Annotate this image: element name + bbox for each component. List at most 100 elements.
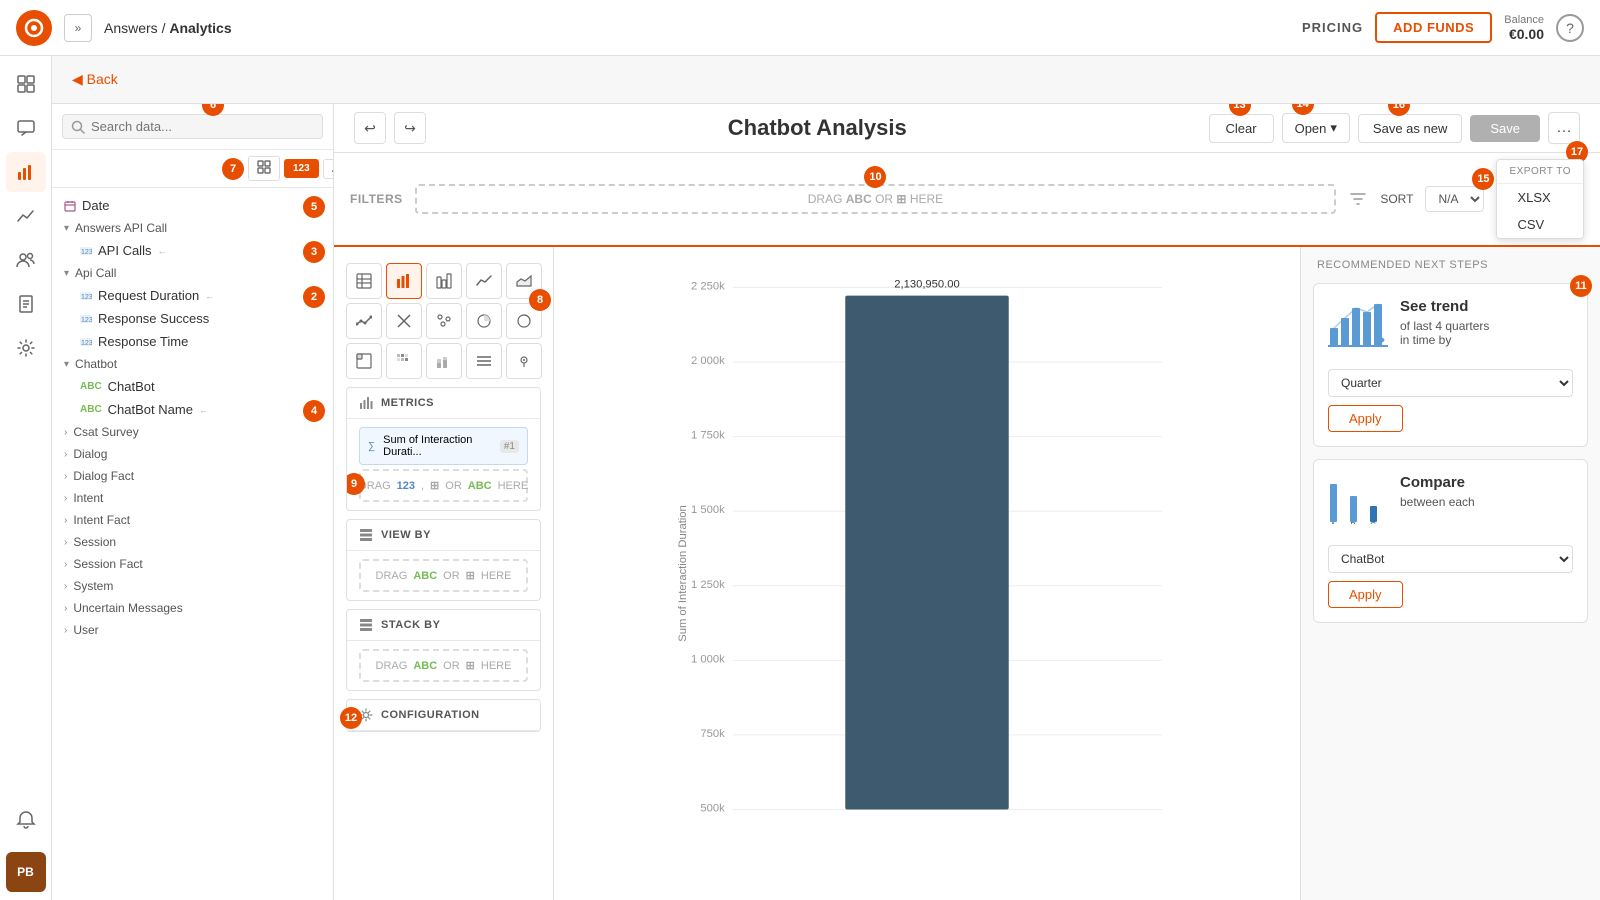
viz-pie[interactable] [466,303,502,339]
viz-scatter[interactable] [426,303,462,339]
svg-text:123: 123 [81,317,92,323]
compare-apply-button[interactable]: Apply [1328,581,1403,608]
viz-selector: 8 [334,247,554,900]
sidebar-icon-dashboard[interactable] [6,64,46,104]
tree-item-response-time[interactable]: 123 Response Time [68,330,333,353]
tree-item-system[interactable]: › System [52,575,333,597]
see-trend-select[interactable]: Quarter Month Week Day [1328,369,1573,397]
annotation-2: 2 [303,286,325,308]
sidebar-icon-users[interactable] [6,240,46,280]
annotation-10: 10 [864,166,886,188]
viz-map[interactable] [506,343,542,379]
save-new-button[interactable]: Save as new [1358,114,1462,143]
export-xlsx[interactable]: XLSX [1497,184,1583,211]
search-input-wrap[interactable] [62,114,323,139]
viz-list[interactable] [466,343,502,379]
data-panel: 6 7 123 ABC [52,104,334,900]
tree-item-uncertain[interactable]: › Uncertain Messages [52,597,333,619]
right-panel: RECOMMENDED NEXT STEPS 11 [1300,247,1600,900]
recommended-header: RECOMMENDED NEXT STEPS [1313,259,1588,271]
sidebar-icon-reports[interactable] [6,284,46,324]
tree-item-intent[interactable]: › Intent [52,487,333,509]
sidebar-icon-profile[interactable]: PB [6,852,46,892]
more-button[interactable]: … [1548,112,1580,144]
filter-drag-zone[interactable]: DRAG ABC OR ⊞ HERE [415,184,1337,214]
viz-column[interactable] [426,263,462,299]
chart-container: 2 250k 2 000k 1 750k 1 500k 1 250k 1 000… [574,267,1280,880]
svg-text:C: C [1370,521,1376,524]
stack-by-drag-zone[interactable]: DRAG ABC OR ⊞ HERE [359,649,528,682]
configuration-title: CONFIGURATION [381,709,528,721]
tree-item-user[interactable]: › User [52,619,333,641]
back-link[interactable]: ◀ Back [72,71,118,88]
viz-stacked[interactable] [426,343,462,379]
tree-item-dialog[interactable]: › Dialog [52,443,333,465]
viz-table[interactable] [346,263,382,299]
viz-grid [346,263,541,379]
tree-item-response-success[interactable]: 123 Response Success [68,307,333,330]
sidebar-icon-notifications[interactable] [6,800,46,840]
sort-select[interactable]: N/A [1425,186,1484,212]
search-input[interactable] [91,119,314,134]
sidebar-icon-trends[interactable] [6,196,46,236]
save-button[interactable]: Save [1470,115,1540,142]
tree-category-api-call[interactable]: ▾ Api Call [52,262,333,284]
viz-cross[interactable] [386,303,422,339]
compare-title: Compare [1400,474,1573,491]
export-csv[interactable]: CSV [1497,211,1583,238]
clear-button[interactable]: Clear [1209,114,1274,143]
metrics-drag-zone[interactable]: DRAG 123 , ⊞ OR ABC HERE [359,469,528,502]
tree-item-request-duration[interactable]: 123 Request Duration ← [68,284,333,307]
svg-text:1 500k: 1 500k [691,504,725,516]
viz-line2[interactable] [346,303,382,339]
svg-text:123: 123 [81,294,92,300]
annotation-5: 5 [303,196,325,218]
sidebar-icon-analytics[interactable] [6,152,46,192]
data-tree: 5 Date ▾ Answers API Call 3 [52,188,333,900]
pricing-link[interactable]: PRICING [1302,20,1363,35]
tree-item-session-fact[interactable]: › Session Fact [52,553,333,575]
open-button[interactable]: Open ▾ [1282,113,1350,143]
viz-line[interactable] [466,263,502,299]
help-button[interactable]: ? [1556,14,1584,42]
tree-item-chatbot[interactable]: ABC ChatBot [68,375,333,398]
type-filter-num[interactable]: 123 [284,159,319,178]
tree-category-chatbot[interactable]: ▾ Chatbot [52,353,333,375]
tree-item-chatbot-name[interactable]: ABC ChatBot Name ← [68,398,333,421]
undo-button[interactable]: ↩ [354,112,386,144]
type-filter-abc[interactable]: ABC [323,159,334,179]
metrics-icon [359,396,373,410]
configuration-header[interactable]: CONFIGURATION [347,700,540,731]
tree-item-api-calls[interactable]: 123 API Calls ← [68,239,333,262]
sidebar-icon-chat[interactable] [6,108,46,148]
svg-text:1 000k: 1 000k [691,653,725,665]
redo-button[interactable]: ↪ [394,112,426,144]
compare-mini-chart: A B C [1328,474,1388,529]
tree-category-answers[interactable]: ▾ Answers API Call [52,217,333,239]
see-trend-apply-button[interactable]: Apply [1328,405,1403,432]
tree-item-session[interactable]: › Session [52,531,333,553]
sidebar-icon-settings[interactable] [6,328,46,368]
icon-sidebar: PB [0,56,52,900]
metric-item-1[interactable]: ∑ Sum of Interaction Durati... #1 [359,427,528,465]
tree-item-date[interactable]: Date [52,194,333,217]
stack-by-section: STACK BY DRAG ABC OR ⊞ HERE [346,609,541,691]
viz-heatmap[interactable] [386,343,422,379]
add-funds-button[interactable]: ADD FUNDS [1375,12,1492,43]
view-by-drag-zone[interactable]: DRAG ABC OR ⊞ HERE [359,559,528,592]
app-logo[interactable] [16,10,52,46]
tree-item-dialog-fact[interactable]: › Dialog Fact [52,465,333,487]
view-by-section: VIEW BY DRAG ABC OR ⊞ HERE [346,519,541,601]
stack-by-icon [359,618,373,632]
view-by-header: VIEW BY [347,520,540,551]
compare-select[interactable]: ChatBot ChatBot Name [1328,545,1573,573]
tree-item-intent-fact[interactable]: › Intent Fact [52,509,333,531]
viz-bar[interactable] [386,263,422,299]
viz-pivot[interactable] [346,343,382,379]
nav-expand-btn[interactable]: » [64,14,92,42]
filter-icon[interactable] [1348,189,1368,209]
type-filter-table[interactable] [248,156,280,181]
tree-item-csat[interactable]: › Csat Survey [52,421,333,443]
svg-text:500k: 500k [700,803,725,815]
metrics-header: METRICS [347,388,540,419]
